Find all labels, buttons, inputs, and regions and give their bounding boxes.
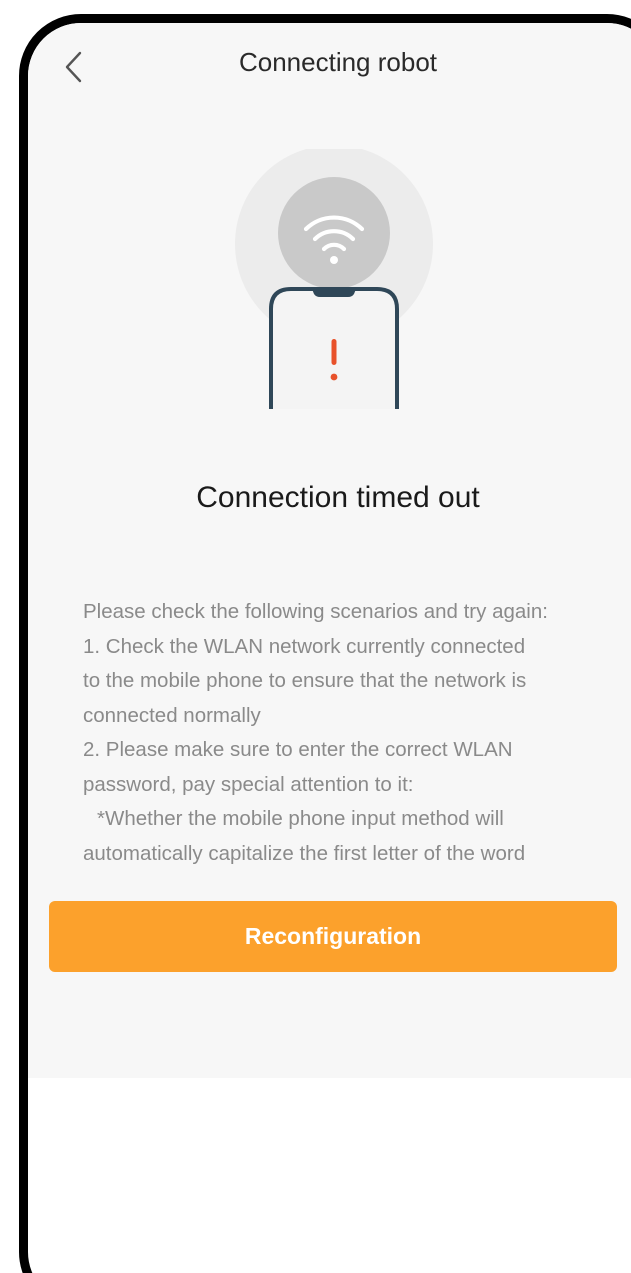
tip-line: Please check the following scenarios and… [83,600,548,623]
tip-line: 2. Please make sure to enter the correct… [83,738,513,761]
screen: Connecting robot Connection timed out Pl… [28,23,631,1078]
tip-line: password, pay special attention to it: [83,772,414,796]
tip-line: to the mobile phone to ensure that the n… [83,669,527,692]
back-button[interactable] [60,49,90,85]
tip-line: 1. Check the WLAN network currently conn… [83,634,526,658]
tip-line: *Whether the mobile phone input method w… [97,807,504,830]
status-heading: Connection timed out [196,481,480,514]
troubleshooting-tips: Please check the following scenarios and… [83,595,631,871]
chevron-left-icon [65,51,82,83]
app-frame: Connecting robot Connection timed out Pl… [0,0,631,1273]
tip-line: connected normally [83,703,261,727]
phone-frame: Connecting robot Connection timed out Pl… [19,14,631,1273]
reconfiguration-button[interactable]: Reconfiguration [49,901,617,972]
navigation-bar: Connecting robot [28,23,631,113]
page-title: Connecting robot [238,47,438,77]
connection-illustration [234,145,434,409]
tip-line: automatically capitalize the first lette… [83,841,526,865]
